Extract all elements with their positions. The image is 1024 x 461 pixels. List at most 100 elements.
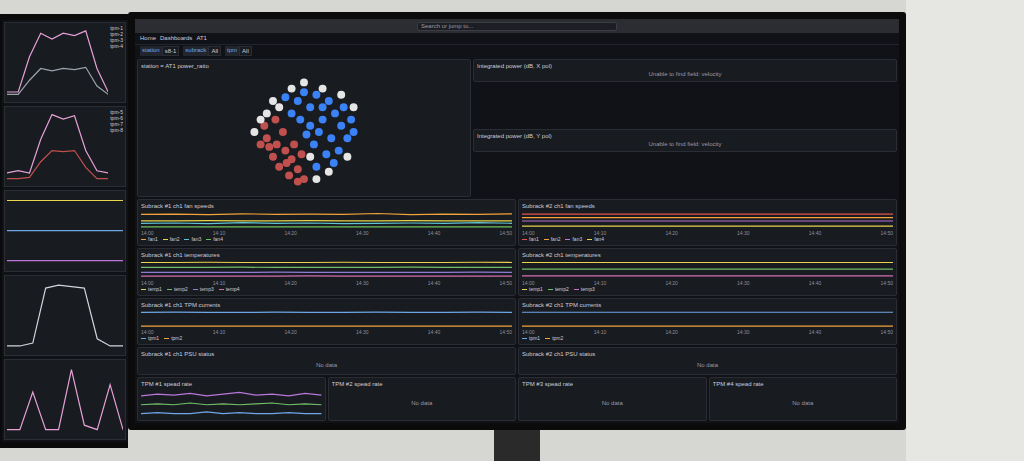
legend-item[interactable]: temp2 xyxy=(548,286,569,293)
scatter-point xyxy=(303,131,311,139)
legend-item[interactable]: tpm-6 xyxy=(110,115,123,121)
legend-item[interactable]: temp3 xyxy=(193,286,214,293)
legend-item[interactable]: fan2 xyxy=(544,236,561,243)
series-line xyxy=(522,220,893,221)
search-field[interactable]: Search or jump to... xyxy=(417,22,617,31)
series-line xyxy=(7,285,123,346)
legend-item[interactable]: tpm2 xyxy=(545,335,563,342)
scatter-point xyxy=(319,116,327,124)
legend-item[interactable]: fan3 xyxy=(184,236,201,243)
panel-title: Subrack #2 ch1 fan speeds xyxy=(522,202,893,210)
series-line xyxy=(7,230,123,231)
scatter-point xyxy=(290,140,298,148)
series-line xyxy=(141,222,512,224)
series-line xyxy=(141,262,512,263)
wall xyxy=(906,0,1024,461)
x-axis: 14:0014:1014:2014:3014:4014:50 xyxy=(522,329,893,335)
scatter-point xyxy=(335,147,343,155)
variable[interactable]: tpmAll xyxy=(225,46,252,56)
legend: temp1 temp2 temp3 xyxy=(522,286,893,293)
legend-item[interactable]: temp3 xyxy=(574,286,595,293)
x-axis: 14:0014:1014:2014:3014:4014:50 xyxy=(522,230,893,236)
breadcrumb-item[interactable]: AT1 xyxy=(196,34,207,43)
series-line xyxy=(7,151,108,179)
line-chart xyxy=(141,261,512,277)
panel-title: station = AT1 power_ratio xyxy=(141,62,467,70)
line-chart xyxy=(7,109,108,184)
legend-item[interactable]: tpm-1 xyxy=(110,25,123,31)
scatter-point xyxy=(327,134,335,142)
legend-item[interactable]: tpm-5 xyxy=(110,109,123,115)
timeseries-panel: Subrack #2 ch1 TPM currents14:0014:1014:… xyxy=(518,298,897,345)
legend-item[interactable]: temp1 xyxy=(141,286,162,293)
series-line xyxy=(522,276,893,277)
legend-item[interactable]: temp1 xyxy=(522,286,543,293)
scatter-panel: station = AT1 power_ratio xyxy=(137,59,471,197)
panel-title: Subrack #2 ch1 PSU status xyxy=(522,350,893,358)
legend-item[interactable]: fan4 xyxy=(206,236,223,243)
series-line xyxy=(141,276,512,277)
left-panel xyxy=(4,190,126,271)
legend-item[interactable]: tpm1 xyxy=(141,335,159,342)
series-line xyxy=(522,311,893,312)
legend-item[interactable]: fan2 xyxy=(163,236,180,243)
line-chart xyxy=(141,311,512,327)
scatter-point xyxy=(281,93,289,101)
x-axis: 14:0014:1014:2014:3014:4014:50 xyxy=(141,329,512,335)
scatter-point xyxy=(265,143,273,151)
scatter-point xyxy=(279,128,287,136)
legend-item[interactable]: tpm-8 xyxy=(110,127,123,133)
scatter-point xyxy=(273,140,281,148)
scatter-point xyxy=(288,85,296,93)
series-line xyxy=(141,213,512,214)
scatter-point xyxy=(312,91,320,99)
legend-item[interactable]: fan4 xyxy=(587,236,604,243)
series-line xyxy=(522,262,893,263)
scatter-point xyxy=(337,91,345,99)
scatter-point xyxy=(281,147,289,155)
scatter-point xyxy=(350,128,358,136)
timeseries-panel: Subrack #1 ch1 fan speeds14:0014:1014:20… xyxy=(137,199,516,246)
variable[interactable]: subrackAll xyxy=(183,46,221,56)
scatter-point xyxy=(347,116,355,124)
left-panel xyxy=(4,359,126,440)
legend-item[interactable]: tpm-7 xyxy=(110,121,123,127)
scatter-point xyxy=(300,88,308,96)
legend-item[interactable]: tpm-4 xyxy=(110,43,123,49)
legend-item[interactable]: tpm1 xyxy=(522,335,540,342)
scatter-point xyxy=(350,103,358,111)
legend-item[interactable]: tpm2 xyxy=(164,335,182,342)
legend: tpm-1tpm-2tpm-3tpm-4 xyxy=(110,25,123,100)
browser-bar: Search or jump to... xyxy=(135,19,899,33)
variable[interactable]: stations8-1 xyxy=(140,46,179,56)
panel-title: Subrack #1 ch1 fan speeds xyxy=(141,202,512,210)
breadcrumb-item[interactable]: Dashboards xyxy=(160,34,192,43)
left-panel: tpm-1tpm-2tpm-3tpm-4 xyxy=(4,22,126,103)
line-chart xyxy=(7,25,108,100)
series-line xyxy=(141,220,512,221)
power-panel: Integrated power (dB, Y pol)Unable to fi… xyxy=(473,129,897,152)
main-monitor: Search or jump to... Home Dashboards AT1 sta… xyxy=(128,12,906,430)
legend-item[interactable]: fan3 xyxy=(565,236,582,243)
series-line xyxy=(7,369,123,429)
legend-item[interactable]: fan1 xyxy=(522,236,539,243)
legend-item[interactable]: tpm-3 xyxy=(110,37,123,43)
scatter-point xyxy=(296,116,304,124)
line-chart xyxy=(522,212,893,228)
panel-title: TPM #4 spead rate xyxy=(713,380,894,388)
legend-item[interactable]: tpm-2 xyxy=(110,31,123,37)
scatter-point xyxy=(257,140,265,148)
scatter-point xyxy=(272,116,280,124)
scatter-point xyxy=(294,165,302,173)
scatter-point xyxy=(283,159,291,167)
power-panel: Integrated power (dB, X pol)Unable to fi… xyxy=(473,59,897,82)
legend-item[interactable]: fan1 xyxy=(141,236,158,243)
legend: temp1 temp2 temp3 temp4 xyxy=(141,286,512,293)
small-panel: TPM #1 spead rate xyxy=(137,377,326,421)
legend-item[interactable]: temp4 xyxy=(219,286,240,293)
breadcrumb-item[interactable]: Home xyxy=(140,34,156,43)
scatter-plot xyxy=(242,70,366,194)
scatter-point xyxy=(330,159,338,167)
legend-item[interactable]: temp2 xyxy=(167,286,188,293)
scatter-point xyxy=(269,153,277,161)
